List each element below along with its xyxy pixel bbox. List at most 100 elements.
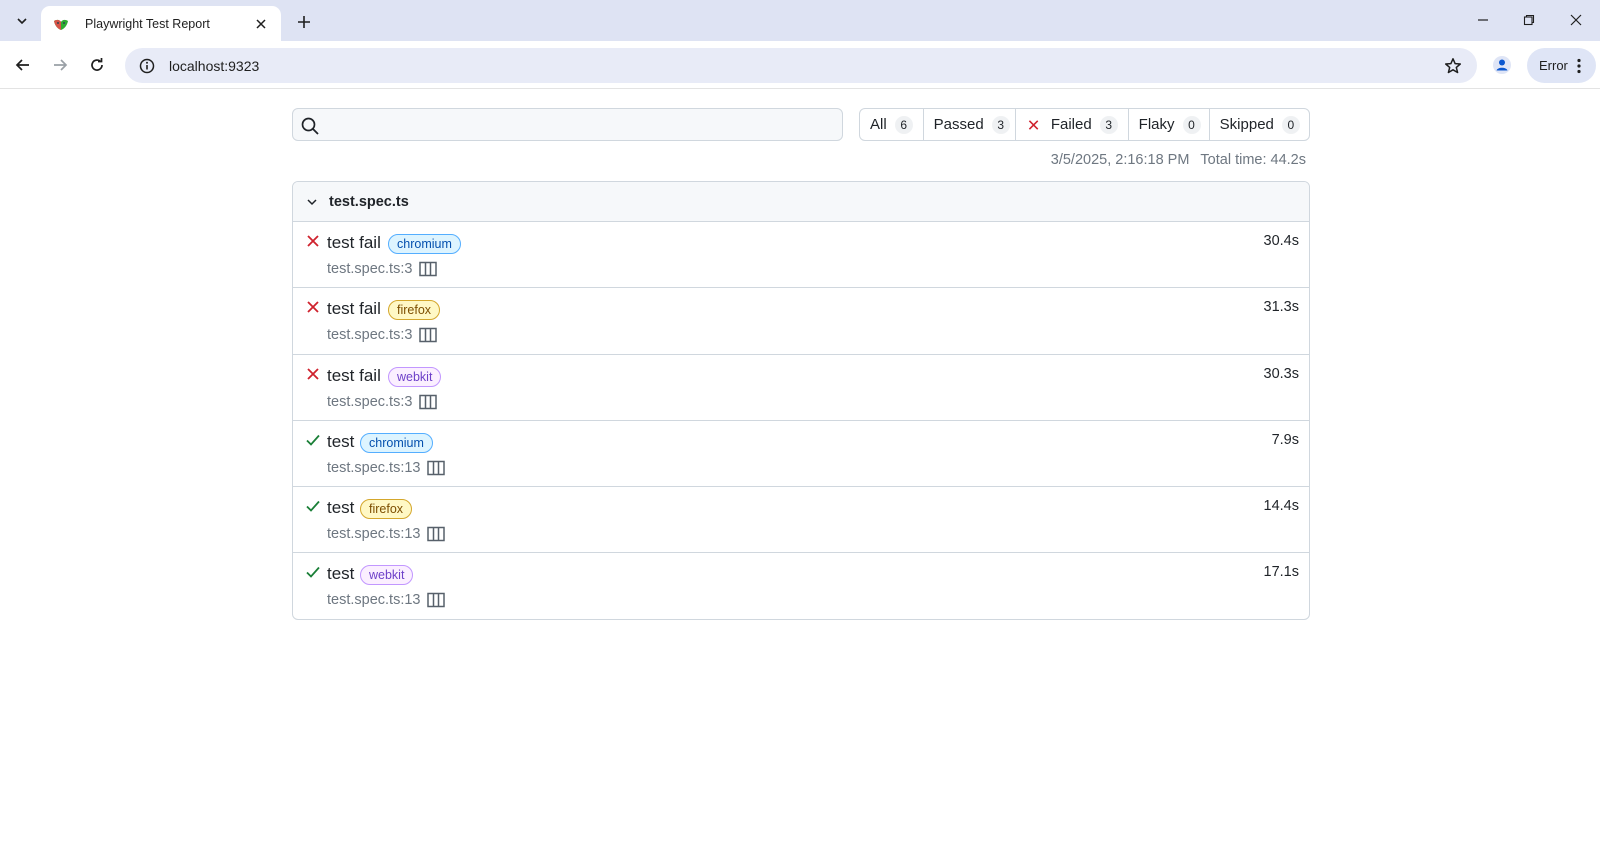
close-window-button[interactable] <box>1562 6 1590 34</box>
project-tag[interactable]: firefox <box>388 300 441 321</box>
close-icon <box>1570 14 1582 26</box>
filter-flaky-label: Flaky <box>1138 116 1175 133</box>
close-x-icon <box>307 235 319 247</box>
test-location: test.spec.ts:13 <box>327 459 421 476</box>
project-tag[interactable]: chromium <box>360 432 433 453</box>
filter-passed-count: 3 <box>991 115 1010 134</box>
more-menu-icon[interactable] <box>1570 56 1588 76</box>
close-x-icon <box>307 301 319 313</box>
test-title[interactable]: test fail <box>327 233 381 253</box>
trace-viewer-icon[interactable] <box>419 394 437 410</box>
restore-button[interactable] <box>1515 6 1543 34</box>
address-bar[interactable]: localhost:9323 <box>125 48 1477 83</box>
close-icon <box>256 18 266 29</box>
trace-viewer-icon[interactable] <box>427 460 445 476</box>
bookmark-button[interactable] <box>1435 48 1471 83</box>
test-search-box[interactable] <box>292 108 843 141</box>
new-tab-button[interactable] <box>292 10 316 34</box>
playwright-logo-icon <box>54 19 68 30</box>
reload-button[interactable] <box>82 50 112 80</box>
filter-skipped-count: 0 <box>1281 115 1300 134</box>
test-location: test.spec.ts:3 <box>327 261 413 277</box>
browser-tab-active[interactable]: Playwright Test Report <box>41 6 281 41</box>
test-duration: 17.1s <box>1263 564 1299 581</box>
file-name: test.spec.ts <box>329 193 409 210</box>
filter-skipped[interactable]: Skipped 0 <box>1210 109 1310 140</box>
test-row[interactable]: test fail firefox test.spec.ts:3 31.3s <box>293 288 1309 355</box>
person-icon <box>1493 56 1511 74</box>
filter-flaky-count: 0 <box>1182 115 1201 134</box>
status-filter-bar: All 6 Passed 3 Failed 3 Flaky 0 Skipped … <box>859 108 1310 141</box>
info-icon <box>139 58 155 73</box>
test-location: test.spec.ts:3 <box>327 393 413 410</box>
profile-button[interactable] <box>1487 50 1517 80</box>
test-duration: 31.3s <box>1263 299 1299 316</box>
report-meta: 3/5/2025, 2:16:18 PM Total time: 44.2s <box>1051 152 1306 168</box>
filter-all-count: 6 <box>894 115 913 134</box>
close-x-icon <box>1028 119 1038 130</box>
minimize-button[interactable] <box>1469 6 1497 34</box>
test-file-group: test.spec.ts test fail chromium test.spe… <box>292 181 1310 620</box>
filter-failed-count: 3 <box>1099 115 1118 134</box>
test-duration: 14.4s <box>1263 498 1299 515</box>
test-duration: 30.4s <box>1263 233 1299 249</box>
filter-passed-label: Passed <box>933 116 984 133</box>
test-title[interactable]: test fail <box>327 366 381 386</box>
url-text: localhost:9323 <box>169 57 260 74</box>
check-icon <box>306 501 320 512</box>
test-row[interactable]: test firefox test.spec.ts:13 14.4s <box>293 487 1309 554</box>
search-icon <box>301 117 319 135</box>
test-title[interactable]: test <box>327 564 354 584</box>
browser-toolbar: localhost:9323 Error <box>0 41 1600 89</box>
filter-flaky[interactable]: Flaky 0 <box>1129 109 1210 140</box>
report-timestamp: 3/5/2025, 2:16:18 PM <box>1050 152 1190 168</box>
forward-button[interactable] <box>45 50 75 80</box>
trace-viewer-icon[interactable] <box>419 327 437 343</box>
project-tag[interactable]: webkit <box>388 366 442 387</box>
total-time: Total time: 44.2s <box>1200 152 1306 168</box>
filter-failed-label: Failed <box>1050 116 1092 133</box>
star-icon <box>1444 57 1462 73</box>
test-title[interactable]: test <box>327 432 354 452</box>
filter-failed[interactable]: Failed 3 <box>1016 109 1129 140</box>
plus-icon <box>298 16 310 28</box>
test-row[interactable]: test fail webkit test.spec.ts:3 30.3s <box>293 355 1309 421</box>
project-tag[interactable]: firefox <box>360 499 413 520</box>
test-title[interactable]: test fail <box>327 299 381 319</box>
test-location: test.spec.ts:13 <box>327 592 421 609</box>
filter-all-label: All <box>870 116 887 133</box>
test-location: test.spec.ts:3 <box>327 327 413 344</box>
project-tag[interactable]: chromium <box>388 234 461 254</box>
back-button[interactable] <box>8 50 38 80</box>
tab-search-button[interactable] <box>8 7 36 35</box>
restore-icon <box>1523 14 1535 26</box>
chevron-down-icon <box>303 193 321 211</box>
tab-title: Playwright Test Report <box>85 16 210 31</box>
browser-tab-strip: Playwright Test Report <box>0 0 1600 41</box>
test-title[interactable]: test <box>327 498 354 518</box>
minimize-icon <box>1478 19 1488 21</box>
arrow-left-icon <box>15 59 29 71</box>
test-row[interactable]: test chromium test.spec.ts:13 7.9s <box>293 421 1309 488</box>
site-info-button[interactable] <box>129 48 165 83</box>
tab-close-button[interactable] <box>251 14 271 34</box>
trace-viewer-icon[interactable] <box>427 526 445 542</box>
file-header[interactable]: test.spec.ts <box>293 182 1309 222</box>
profile-error-label: Error <box>1539 58 1568 73</box>
filter-all[interactable]: All 6 <box>860 109 924 140</box>
check-icon <box>306 434 320 446</box>
arrow-right-icon <box>54 59 68 71</box>
filter-passed[interactable]: Passed 3 <box>924 109 1016 140</box>
project-tag[interactable]: webkit <box>360 565 414 586</box>
test-duration: 30.3s <box>1263 365 1299 382</box>
trace-viewer-icon[interactable] <box>427 592 445 608</box>
test-duration: 7.9s <box>1271 431 1299 448</box>
reload-icon <box>91 58 103 71</box>
test-row[interactable]: test fail chromium test.spec.ts:3 30.4s <box>293 222 1309 289</box>
test-row[interactable]: test webkit test.spec.ts:13 17.1s <box>293 553 1309 619</box>
test-location: test.spec.ts:13 <box>327 526 421 543</box>
trace-viewer-icon[interactable] <box>419 261 437 277</box>
profile-error-button[interactable]: Error <box>1527 48 1596 83</box>
close-x-icon <box>307 367 319 380</box>
search-input[interactable] <box>325 112 835 138</box>
